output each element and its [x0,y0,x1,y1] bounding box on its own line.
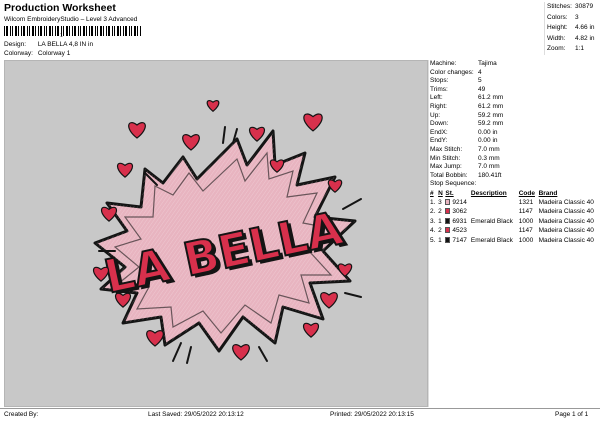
footer-divider [0,408,600,409]
design-meta: Design: LA BELLA 4,8 IN in [4,41,93,48]
stop-sequence-title: Stop Sequence: [430,180,477,188]
design-preview: LA BELLA LA BELLA [4,60,428,407]
footer-printed: Printed: 29/05/2022 20:13:15 [330,411,414,418]
stat-stitches: Stitches: 30879 [547,3,594,10]
barcode [4,26,141,36]
design-value: LA BELLA 4,8 IN in [37,41,94,48]
info-row: Stops: 5 [430,77,482,85]
heart-icon [182,134,200,151]
heart-icon [128,122,146,139]
colorway-meta: Colorway: Colorway 1 [4,50,70,57]
color-swatch [445,236,451,243]
heart-icon [327,179,343,193]
stop-row: 5. 1 7147 Emerald Black 1000 Madeira Classic … [430,236,594,244]
heart-icon [146,330,164,347]
stop-row: 2. 2 3062 1147 Madeira Classic 40 [430,208,594,216]
stop-sequence-table: # N St. Description Code Brand 1. 3 9214 13… [429,189,600,245]
stop-row: 1. 3 9214 1321 Madeira Classic 40 [430,199,594,207]
color-swatch [445,227,451,234]
footer-created-by: Created By: [4,411,39,418]
info-row: Right: 61.2 mm [430,102,504,110]
info-row: EndY: 0.00 in [430,137,498,145]
design-label: Design: [4,41,27,48]
color-swatch [445,208,451,215]
info-row: EndX: 0.00 in [430,128,498,136]
embroidery-artwork: LA BELLA LA BELLA [92,99,362,364]
heart-icon [232,344,250,361]
colorway-label: Colorway: [4,50,33,57]
stat-height: Height: 4.66 in [547,24,595,31]
footer-page-number: Page 1 of 1 [555,411,589,418]
heart-icon [302,322,320,338]
info-row: Total Bobbin: 180.41ft [430,171,502,179]
info-row: Min Stitch: 0.3 mm [430,154,500,162]
colorway-value: Colorway 1 [37,50,71,57]
stop-table-header: # N St. Description Code Brand [430,189,558,197]
heart-icon [248,126,266,142]
info-row: Machine: Tajima [430,60,497,67]
worksheet-page: Production Worksheet Wilcom EmbroiderySt… [0,0,600,424]
info-row: Trims: 49 [430,85,486,93]
heart-icon [100,206,118,222]
info-row: Down: 59.2 mm [430,120,504,128]
stat-width: Width: 4.82 in [547,34,595,42]
footer-last-saved: Last Saved: 29/05/2022 20:13:12 [148,411,244,418]
color-swatch [445,199,451,206]
heart-icon [320,292,338,309]
info-row: Left: 61.2 mm [430,94,504,102]
info-row: Max Jump: 7.0 mm [430,163,500,171]
heart-icon [303,113,323,132]
info-row: Max Stitch: 7.0 mm [430,145,500,153]
stop-row: 4. 2 4523 1147 Madeira Classic 40 [430,227,594,235]
color-swatch [445,217,451,224]
machine-info-panel: Machine: Tajima Color changes: 4 Stops: 5 Trim… [429,60,600,245]
barcode-digits: 1 [60,33,63,39]
page-title: Production Worksheet [4,2,116,14]
heart-icon [116,162,134,178]
stop-row: 3. 1 6931 Emerald Black 1000 Madeira Classic … [430,217,594,225]
heart-icon [206,99,220,113]
design-stats: Stitches: 30879 Colors: 3 Height: 4.66 in W… [544,2,600,55]
info-row: Color changes: 4 [430,68,482,76]
info-row: Up: 59.2 mm [430,111,504,119]
software-subtitle: Wilcom EmbroideryStudio – Level 3 Advanc… [4,16,138,23]
stat-colors: Colors: 3 [547,13,579,21]
stat-zoom: Zoom: 1:1 [547,45,585,52]
